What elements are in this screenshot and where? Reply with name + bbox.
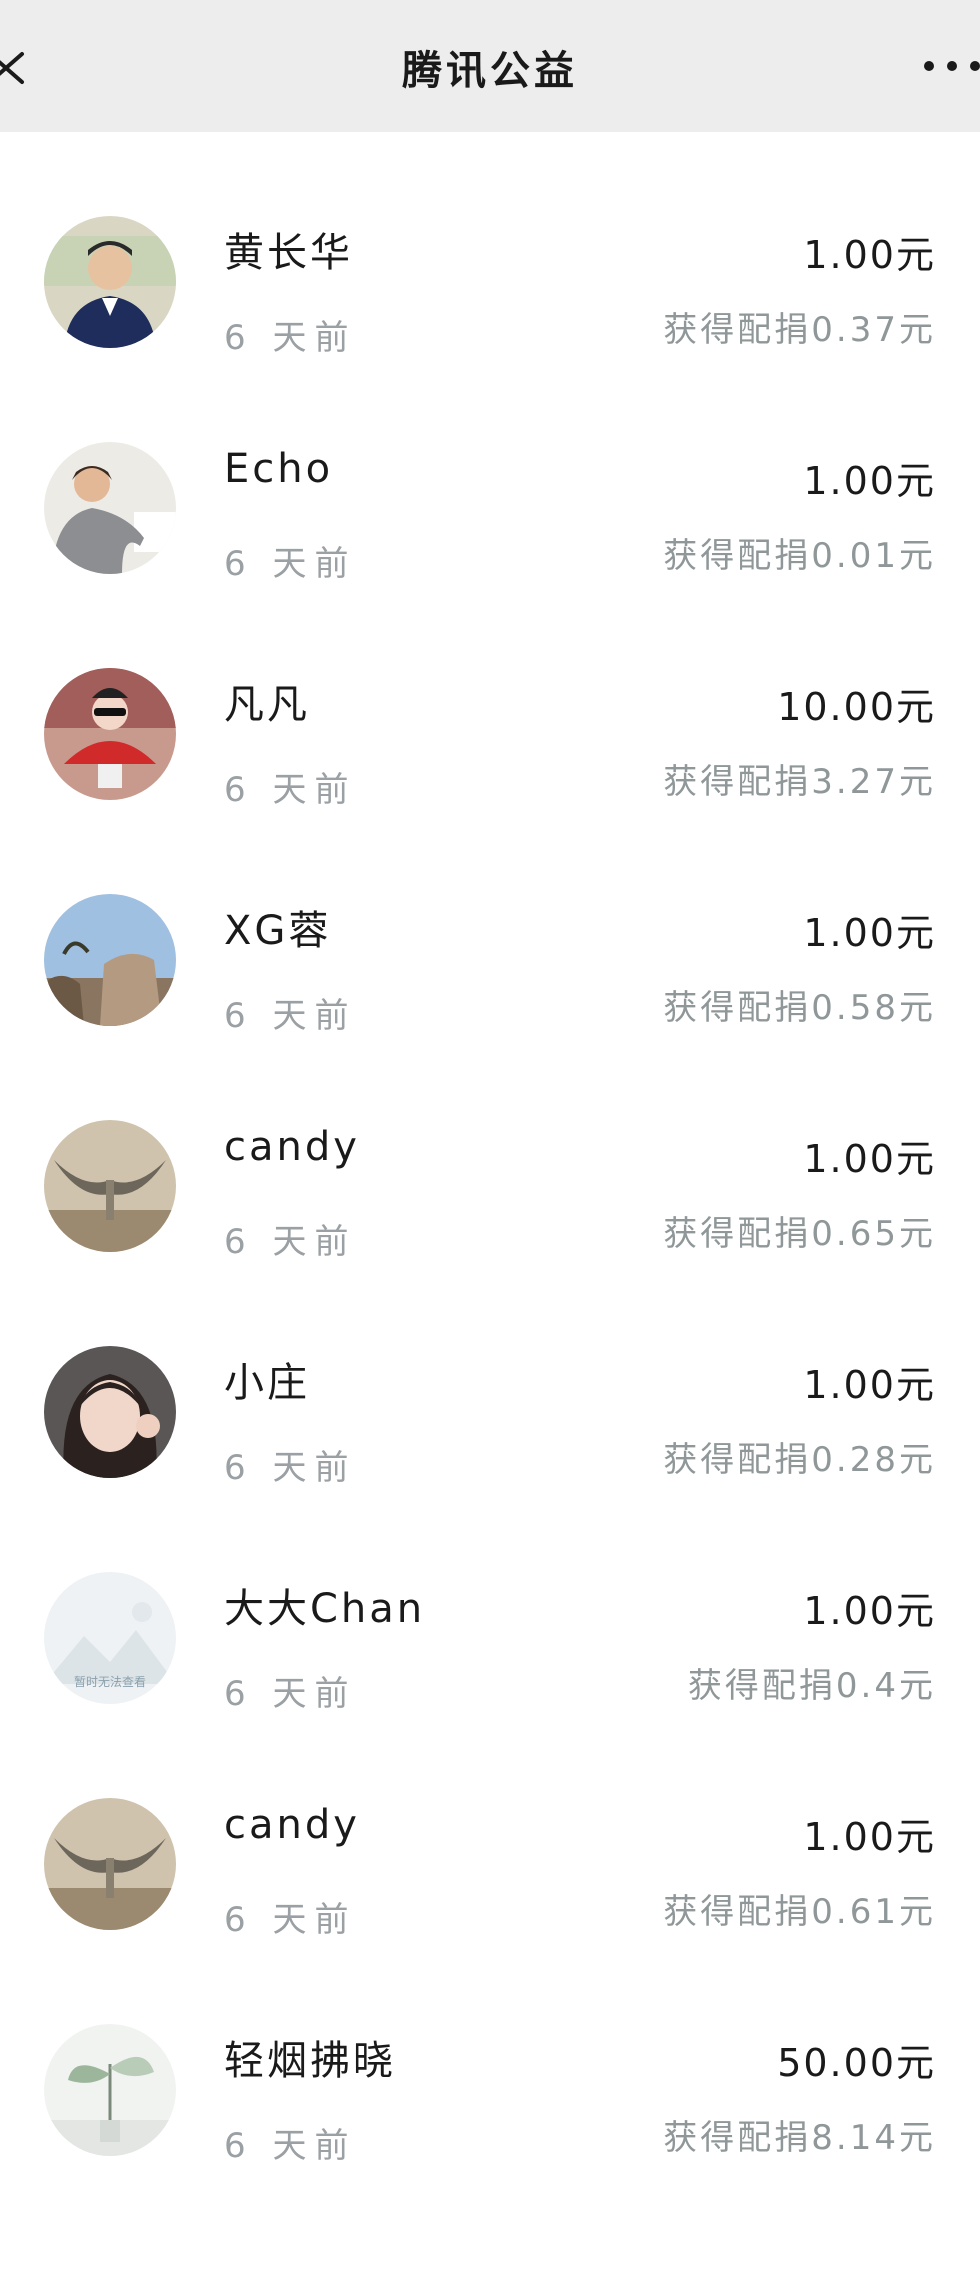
more-icon: [924, 61, 934, 71]
donation-amount: 1.00元: [803, 1137, 936, 1181]
avatar-rocks-sky-icon: [44, 894, 176, 1026]
avatar: [44, 1120, 176, 1252]
avatar-woman-office-icon: [44, 442, 176, 574]
avatar-girl-selfie-icon: [44, 1346, 176, 1478]
list-item[interactable]: 黄长华 6 天前 1.00元 获得配捐0.37元: [0, 132, 980, 358]
donation-amount: 1.00元: [803, 911, 936, 955]
avatar: [44, 894, 176, 1026]
avatar-placeholder-text: 暂时无法查看: [74, 1675, 146, 1689]
donation-amount: 10.00元: [777, 685, 936, 729]
list-item[interactable]: Echo 6 天前 1.00元 获得配捐0.01元: [0, 358, 980, 584]
avatar-cartoon-fan-icon: [44, 668, 176, 800]
matched-donation: 获得配捐8.14元: [663, 2118, 936, 2158]
donation-amount: 1.00元: [803, 233, 936, 277]
donation-time: 6 天前: [224, 1222, 357, 1262]
donor-name: candy: [224, 1802, 360, 1848]
list-item[interactable]: candy 6 天前 1.00元 获得配捐0.61元: [0, 1714, 980, 1940]
donation-amount: 1.00元: [803, 459, 936, 503]
matched-donation: 获得配捐0.01元: [663, 536, 936, 576]
donation-amount: 1.00元: [803, 1589, 936, 1633]
nav-bar: 腾讯公益: [0, 0, 980, 132]
avatar: 暂时无法查看: [44, 1572, 176, 1704]
matched-donation: 获得配捐0.65元: [663, 1214, 936, 1254]
donation-time: 6 天前: [224, 318, 357, 358]
avatar-plant-icon: [44, 2024, 176, 2156]
list-item[interactable]: 暂时无法查看 大大Chan 6 天前 1.00元 获得配捐0.4元: [0, 1488, 980, 1714]
avatar-bird-icon: [44, 1798, 176, 1930]
avatar-placeholder-icon: 暂时无法查看: [44, 1572, 176, 1704]
donor-name: Echo: [224, 446, 334, 492]
avatar-man-suit-icon: [44, 216, 176, 348]
donor-name: 大大Chan: [224, 1586, 426, 1632]
matched-donation: 获得配捐3.27元: [663, 762, 936, 802]
list-item[interactable]: 小庄 6 天前 1.00元 获得配捐0.28元: [0, 1262, 980, 1488]
avatar-bird-icon: [44, 1120, 176, 1252]
matched-donation: 获得配捐0.28元: [663, 1440, 936, 1480]
page-title: 腾讯公益: [402, 47, 578, 94]
avatar: [44, 442, 176, 574]
more-button[interactable]: [924, 50, 980, 82]
donation-time: 6 天前: [224, 544, 357, 584]
donation-amount: 50.00元: [777, 2041, 936, 2085]
donation-time: 6 天前: [224, 2126, 357, 2166]
donation-amount: 1.00元: [803, 1815, 936, 1859]
matched-donation: 获得配捐0.58元: [663, 988, 936, 1028]
donation-time: 6 天前: [224, 1674, 357, 1714]
avatar: [44, 668, 176, 800]
list-item[interactable]: candy 6 天前 1.00元 获得配捐0.65元: [0, 1036, 980, 1262]
donor-name: candy: [224, 1124, 360, 1170]
list-item[interactable]: 轻烟拂晓 6 天前 50.00元 获得配捐8.14元: [0, 1940, 980, 2166]
avatar: [44, 2024, 176, 2156]
donation-amount: 1.00元: [803, 1363, 936, 1407]
list-item[interactable]: 凡凡 6 天前 10.00元 获得配捐3.27元: [0, 584, 980, 810]
matched-donation: 获得配捐0.4元: [687, 1666, 936, 1706]
list-item[interactable]: XG蓉 6 天前 1.00元 获得配捐0.58元: [0, 810, 980, 1036]
donation-time: 6 天前: [224, 770, 357, 810]
avatar: [44, 216, 176, 348]
donor-name: 轻烟拂晓: [224, 2038, 396, 2084]
matched-donation: 获得配捐0.61元: [663, 1892, 936, 1932]
avatar: [44, 1798, 176, 1930]
donor-name: XG蓉: [224, 908, 332, 954]
donor-name: 黄长华: [224, 230, 353, 276]
donation-list: 黄长华 6 天前 1.00元 获得配捐0.37元 Echo 6 天前 1.00元…: [0, 132, 980, 2166]
avatar: [44, 1346, 176, 1478]
donor-name: 小庄: [224, 1360, 310, 1406]
donor-name: 凡凡: [224, 682, 310, 728]
donation-time: 6 天前: [224, 1448, 357, 1488]
donation-time: 6 天前: [224, 996, 357, 1036]
matched-donation: 获得配捐0.37元: [663, 310, 936, 350]
donation-time: 6 天前: [224, 1900, 357, 1940]
